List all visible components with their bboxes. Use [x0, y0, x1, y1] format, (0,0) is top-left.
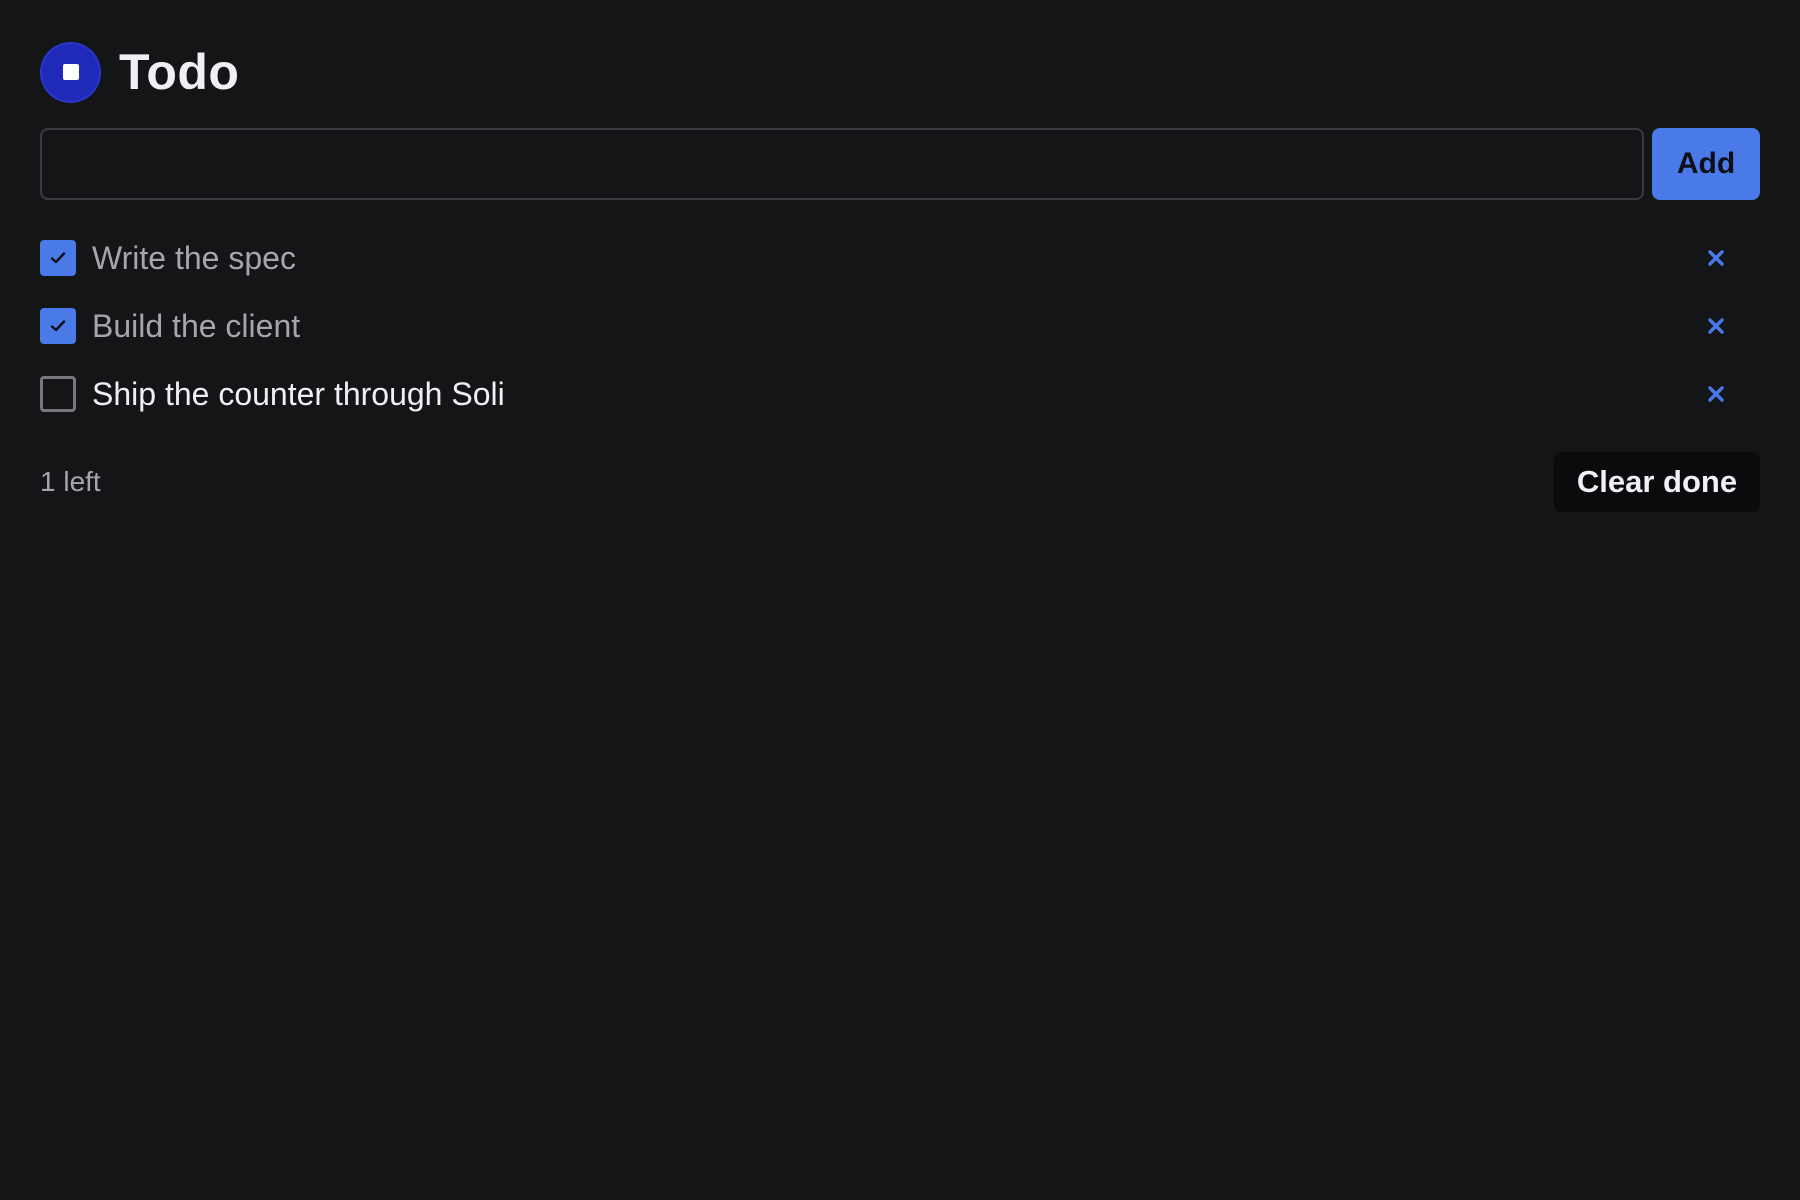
todo-checkbox[interactable]	[40, 376, 76, 412]
footer: 1 left Clear done	[40, 452, 1760, 512]
header: Todo	[40, 40, 239, 104]
todo-text: Build the client	[92, 307, 301, 344]
new-todo-input[interactable]	[40, 128, 1644, 200]
todo-checkbox[interactable]	[40, 240, 76, 276]
logo-icon	[40, 41, 101, 103]
check-icon	[50, 320, 66, 332]
todo-app: Todo Add Write the spec Build the client…	[0, 0, 1800, 1200]
add-todo-form: Add	[40, 128, 1760, 200]
close-icon	[1708, 386, 1724, 402]
todo-list: Write the spec Build the client Ship the…	[40, 224, 1760, 428]
close-icon	[1708, 250, 1724, 266]
close-icon	[1708, 318, 1724, 334]
todo-item: Build the client	[40, 292, 1760, 360]
add-button[interactable]: Add	[1652, 128, 1760, 200]
page-title: Todo	[119, 44, 240, 100]
stop-square-icon	[62, 64, 79, 80]
delete-todo-button[interactable]	[1702, 244, 1730, 272]
delete-todo-button[interactable]	[1702, 312, 1730, 340]
todo-item: Ship the counter through Soli	[40, 360, 1760, 428]
check-icon	[50, 252, 66, 264]
todo-text: Ship the counter through Soli	[92, 375, 505, 412]
remaining-count: 1 left	[40, 466, 101, 497]
clear-done-button[interactable]: Clear done	[1554, 452, 1760, 512]
todo-text: Write the spec	[92, 239, 296, 276]
delete-todo-button[interactable]	[1702, 380, 1730, 408]
todo-checkbox[interactable]	[40, 308, 76, 344]
todo-item: Write the spec	[40, 224, 1760, 292]
